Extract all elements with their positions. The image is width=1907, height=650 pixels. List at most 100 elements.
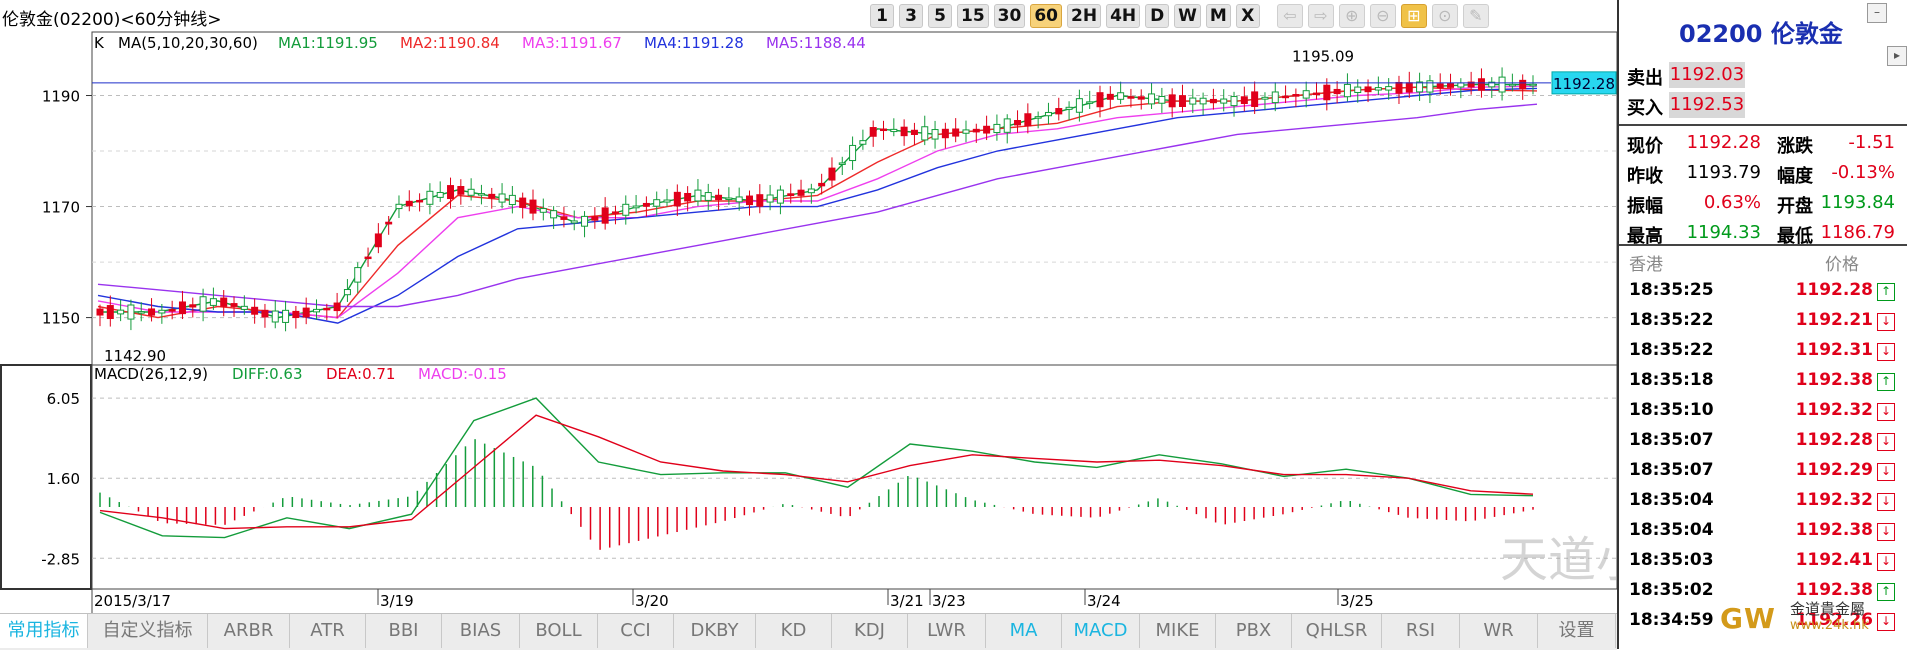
tick-row: 18:35:22 1192.21 ↓ (1619, 306, 1907, 336)
candle-body (1529, 83, 1537, 87)
arrow-down-icon: ↓ (1877, 463, 1895, 481)
tab-ma[interactable]: MA (986, 614, 1062, 648)
grid-layer (0, 31, 1617, 613)
candle-body (1024, 113, 1032, 127)
candle-body (890, 128, 898, 133)
candle-body (1014, 119, 1022, 126)
tab-mike[interactable]: MIKE (1140, 614, 1216, 648)
legend-ma-4: MA4:1191.28 (644, 34, 744, 52)
candle-body (1209, 98, 1217, 104)
candle-body (1106, 93, 1114, 100)
quote-label: 振幅 (1627, 196, 1663, 217)
candle-body (1117, 92, 1125, 100)
tick-price: 1192.31 (1795, 340, 1873, 360)
candle-body (859, 140, 867, 145)
quote-value: 1193.79 (1686, 162, 1761, 183)
candle-body (519, 197, 527, 208)
tab-qhlsr[interactable]: QHLSR (1292, 614, 1382, 648)
arrow-up-icon: ↑ (1877, 283, 1895, 301)
logo-url: www.24k.hk (1790, 618, 1869, 633)
tab-pbx[interactable]: PBX (1216, 614, 1292, 648)
candle-body (178, 301, 186, 315)
tab-lwr[interactable]: LWR (908, 614, 986, 648)
candle-body (941, 128, 949, 139)
candle-body (106, 305, 114, 320)
tick-row: 18:35:04 1192.32 ↓ (1619, 486, 1907, 516)
candle-body (1416, 81, 1424, 93)
candle-body (1137, 96, 1145, 100)
tab-kd[interactable]: KD (756, 614, 832, 648)
tab-cci[interactable]: CCI (598, 614, 674, 648)
tab-atr[interactable]: ATR (290, 614, 366, 648)
legend-ma-params: MA(5,10,20,30,60) (118, 34, 258, 52)
sell-price: 1192.03 (1669, 62, 1745, 88)
candle-body (498, 193, 506, 203)
tab-自定义指标[interactable]: 自定义指标 (88, 614, 208, 648)
candle-body (1096, 92, 1104, 108)
candle-body (1044, 111, 1052, 117)
candle-body (704, 192, 712, 201)
candle-body (880, 128, 888, 132)
tab-macd[interactable]: MACD (1062, 614, 1140, 648)
divider (1619, 124, 1907, 126)
candle-body (127, 304, 135, 320)
ma-line-MA4 (97, 87, 1538, 324)
tab-arbr[interactable]: ARBR (208, 614, 290, 648)
tick-price: 1192.32 (1795, 490, 1873, 510)
candle-body (952, 128, 960, 137)
chart-area[interactable]: 伦敦金(02200)<60分钟线> 1 3 5 15 30 60 2H 4H D W M X ⇦ ⇨ ⊕ ⊖ ⊞… (0, 0, 1692, 650)
candle-body (550, 210, 558, 219)
minimize-icon[interactable]: – (1867, 3, 1887, 23)
tick-row: 18:35:22 1192.31 ↓ (1619, 336, 1907, 366)
tab-dkby[interactable]: DKBY (674, 614, 756, 648)
x-axis-label: 3/20 (635, 592, 669, 610)
gw-logo-icon: G W (1720, 602, 1775, 634)
candle-body (405, 200, 413, 207)
quote-label: 幅度 (1777, 166, 1813, 187)
candle-body (1055, 108, 1063, 115)
candle-body (1230, 96, 1238, 107)
tab-boll[interactable]: BOLL (520, 614, 598, 648)
candle-body (900, 126, 908, 137)
tab-kdj[interactable]: KDJ (832, 614, 908, 648)
candle-body (1477, 78, 1485, 91)
quote-value: 0.63% (1703, 192, 1761, 213)
candle-body (1354, 86, 1362, 93)
legend-k: K (94, 34, 105, 52)
tick-time: 18:35:10 (1629, 400, 1714, 420)
quote-row: 振幅 0.63% 开盘 1193.84 (1619, 188, 1907, 218)
tab-bbi[interactable]: BBI (366, 614, 442, 648)
candle-body (849, 144, 857, 162)
candle-body (477, 193, 485, 196)
tick-price: 1192.38 (1795, 520, 1873, 540)
candle-body (426, 190, 434, 205)
candle-body (745, 195, 753, 206)
quote-side-panel: – 02200 伦敦金 ▸ 卖出 1192.03 买入 1192.53 现价 11… (1617, 0, 1907, 649)
candle-body (1075, 98, 1083, 113)
candle-body (1508, 83, 1516, 87)
tick-row: 18:35:03 1192.41 ↓ (1619, 546, 1907, 576)
candle-body (457, 186, 465, 195)
tab-设置[interactable]: 设置 (1538, 614, 1616, 648)
candle-body (1498, 76, 1506, 93)
candle-body (1251, 91, 1259, 107)
ma-line-MA5 (97, 103, 1538, 308)
tick-time: 18:35:07 (1629, 460, 1714, 480)
tab-wr[interactable]: WR (1460, 614, 1538, 648)
candle-body (209, 298, 217, 306)
candle-body (1364, 86, 1372, 93)
legend-ma-5: MA5:1188.44 (766, 34, 866, 52)
price-y-tick-label: 1170 (42, 199, 80, 217)
tab-bias[interactable]: BIAS (442, 614, 520, 648)
legend-ma-3: MA3:1191.67 (522, 34, 622, 52)
candle-body (148, 308, 156, 316)
tab-常用指标[interactable]: 常用指标 (0, 614, 88, 648)
tab-rsi[interactable]: RSI (1382, 614, 1460, 648)
quote-row: 昨收 1193.79 幅度 -0.13% (1619, 158, 1907, 188)
candle-body (312, 308, 320, 313)
candle-body (910, 129, 918, 135)
candle-body (642, 202, 650, 207)
candle-body (601, 207, 609, 224)
candle-body (1261, 96, 1269, 100)
candle-body (591, 216, 599, 221)
